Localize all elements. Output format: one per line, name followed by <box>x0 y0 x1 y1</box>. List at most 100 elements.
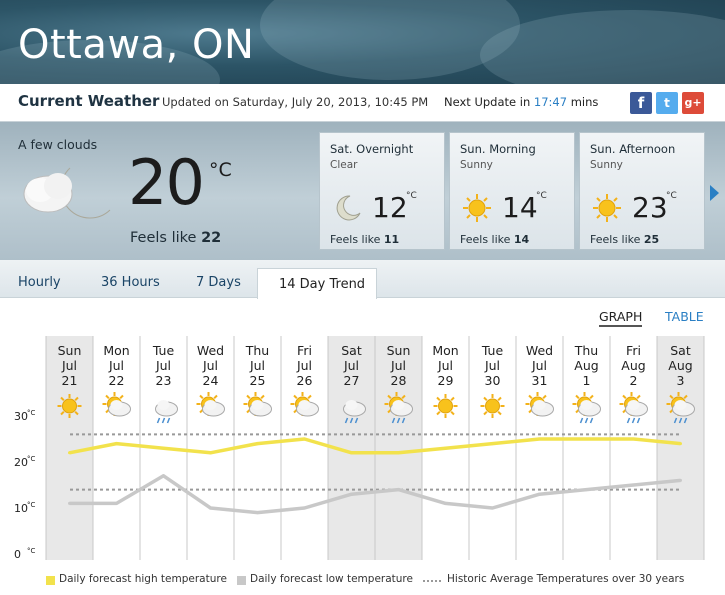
day-label: Aug <box>574 358 598 373</box>
feels-like-prefix: Feels like <box>460 233 511 246</box>
y-tick-label: 0 <box>14 548 21 561</box>
cloud-puff <box>157 400 170 410</box>
low-temperature-point <box>491 506 494 510</box>
tab-14-day-trend[interactable]: 14 Day Trend <box>257 268 377 299</box>
facebook-icon[interactable]: f <box>630 92 652 114</box>
cloud-puff <box>204 400 217 410</box>
cloud-puff <box>533 400 546 410</box>
day-label: Jul <box>296 358 312 373</box>
high-temperature-point <box>115 442 118 446</box>
tab-7-days[interactable]: 7 Days <box>196 275 241 290</box>
sun-disc <box>438 398 453 414</box>
day-label: Thu <box>574 343 598 358</box>
next-forecast-arrow-icon[interactable] <box>710 185 719 201</box>
day-label: 31 <box>532 373 548 388</box>
tab-36-hours[interactable]: 36 Hours <box>101 275 160 290</box>
current-conditions-panel: A few clouds 20 °C Feels like 22 Sat. Ov… <box>0 122 725 260</box>
current-temperature: 20 <box>128 146 205 219</box>
cloud-puff <box>674 400 687 410</box>
header-cloud <box>260 0 520 80</box>
high-temperature-point <box>256 442 259 446</box>
cloud-puff <box>298 400 311 410</box>
day-label: Jul <box>155 358 171 373</box>
low-temperature-point <box>256 511 259 515</box>
day-label: Jul <box>61 358 77 373</box>
low-temperature-point <box>585 488 588 492</box>
forecast-title: Sat. Overnight <box>330 142 414 156</box>
day-label: Tue <box>152 343 175 358</box>
cloud-moon-icon <box>18 160 114 228</box>
current-condition: A few clouds <box>18 137 98 152</box>
forecast-description: Clear <box>330 159 358 171</box>
forecast-card-afternoon[interactable]: Sun. Afternoon Sunny 23 °C Feels like 25 <box>579 132 705 250</box>
day-label: Wed <box>197 343 224 358</box>
forecast-feels-like: Feels like 14 <box>460 233 529 246</box>
legend-swatch-high <box>46 576 55 585</box>
low-temperature-point <box>209 506 212 510</box>
graph-view-link[interactable]: GRAPH <box>599 309 643 327</box>
y-tick-unit: °C <box>27 455 36 463</box>
feels-like-value: 11 <box>383 233 400 246</box>
high-temperature-point <box>68 451 71 455</box>
y-tick-label: 20 <box>14 456 28 469</box>
high-temperature-point <box>397 451 400 455</box>
legend-label-historic: Historic Average Temperatures over 30 ye… <box>447 573 685 585</box>
sun-icon <box>433 394 458 418</box>
low-temperature-point <box>444 501 447 505</box>
high-temperature-point <box>303 437 306 441</box>
day-label: Jul <box>390 358 406 373</box>
twitter-icon[interactable]: t <box>656 92 678 114</box>
day-label: 24 <box>203 373 219 388</box>
day-label: Aug <box>668 358 692 373</box>
cloud-puff <box>251 400 264 410</box>
day-label: 27 <box>344 373 360 388</box>
y-tick-unit: °C <box>27 501 36 509</box>
table-view-link[interactable]: TABLE <box>665 309 704 324</box>
forecast-feels-like: Feels like 11 <box>330 233 399 246</box>
forecast-unit: °C <box>666 191 677 201</box>
forecast-temperature: 14 <box>502 191 538 224</box>
low-temperature-point <box>350 492 353 496</box>
tab-hourly[interactable]: Hourly <box>18 275 61 290</box>
forecast-card-morning[interactable]: Sun. Morning Sunny 14 °C Feels like 14 <box>449 132 575 250</box>
day-label: Jul <box>484 358 500 373</box>
legend-label-low: Daily forecast low temperature <box>250 573 413 585</box>
legend-swatch-low <box>237 576 246 585</box>
day-label: Jul <box>437 358 453 373</box>
sun-icon <box>462 193 492 227</box>
city-title: Ottawa, ON <box>18 22 255 68</box>
high-temperature-point <box>538 437 541 441</box>
sun-disc <box>485 398 500 414</box>
forecast-temperature: 23 <box>632 191 668 224</box>
next-update-suffix: mins <box>570 95 599 109</box>
forecast-card-overnight[interactable]: Sat. Overnight Clear 12 °C Feels like 11 <box>319 132 445 250</box>
day-label: Jul <box>343 358 359 373</box>
cloud-puff <box>627 400 640 410</box>
high-temperature-point <box>209 451 212 455</box>
low-temperature-point <box>303 506 306 510</box>
legend-label-high: Daily forecast high temperature <box>59 573 227 585</box>
day-label: Jul <box>202 358 218 373</box>
day-label: Sat <box>670 343 691 358</box>
current-temperature-unit: °C <box>209 159 232 181</box>
low-temperature-point <box>679 478 682 482</box>
moon-icon <box>332 193 362 227</box>
day-label: Jul <box>531 358 547 373</box>
low-temperature-point <box>162 474 165 478</box>
status-bar: Current Weather Updated on Saturday, Jul… <box>0 84 725 122</box>
y-tick-unit: °C <box>27 547 36 555</box>
high-temperature-point <box>491 442 494 446</box>
day-label: 21 <box>62 373 78 388</box>
day-label: 26 <box>297 373 313 388</box>
low-temperature-point <box>538 492 541 496</box>
google-plus-icon[interactable]: g+ <box>682 92 704 114</box>
day-label: 3 <box>677 373 685 388</box>
sun-disc <box>62 398 77 414</box>
next-update-value: 17:47 <box>533 95 568 109</box>
current-feels-like: Feels like 22 <box>130 230 221 246</box>
forecast-title: Sun. Morning <box>460 142 536 156</box>
feels-like-prefix: Feels like <box>330 233 381 246</box>
day-label: 22 <box>109 373 125 388</box>
high-temperature-point <box>444 446 447 450</box>
trend-chart: SunJul21MonJul22TueJul23WedJul24ThuJul25… <box>14 336 705 561</box>
